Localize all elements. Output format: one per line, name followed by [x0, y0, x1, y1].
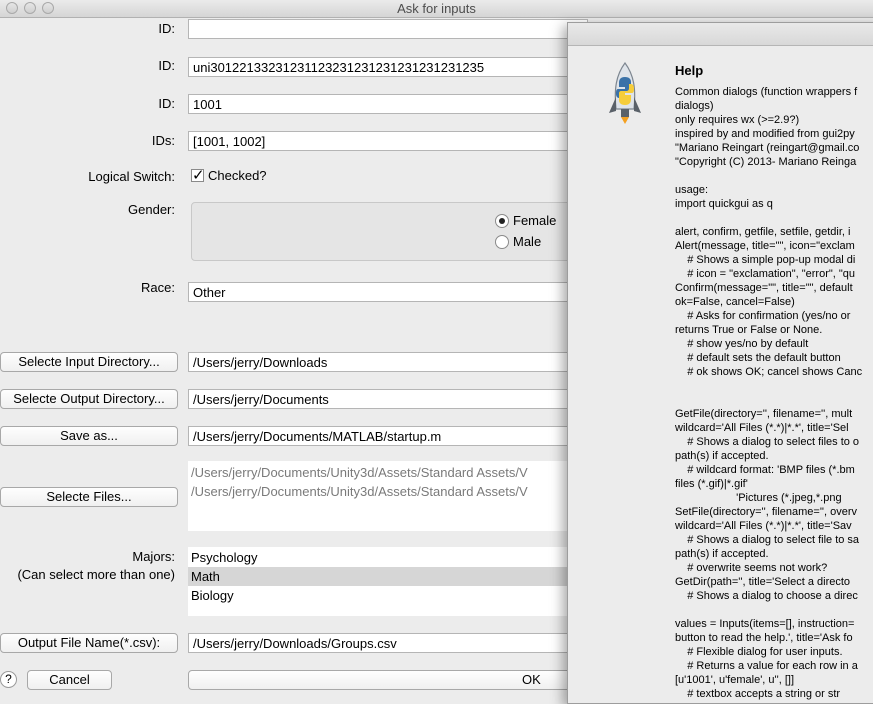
ids-label: IDs: [151, 133, 175, 148]
select-files-button[interactable]: Selecte Files... [0, 487, 178, 507]
race-label: Race: [141, 280, 175, 295]
majors-item-math[interactable]: Math [188, 567, 588, 586]
id-input-1[interactable] [188, 19, 588, 39]
id-label-1: ID: [158, 21, 175, 36]
radio-female-label: Female [513, 213, 557, 228]
select-output-directory-button[interactable]: Selecte Output Directory... [0, 389, 178, 409]
logical-switch-label: Logical Switch: [88, 169, 175, 184]
logical-switch-checkbox[interactable]: Checked? [191, 166, 267, 184]
help-heading: Help [675, 63, 704, 78]
majors-item-psychology[interactable]: Psychology [188, 548, 588, 567]
checkbox-label: Checked? [208, 168, 267, 183]
output-file-field[interactable]: /Users/jerry/Downloads/Groups.csv [188, 633, 588, 653]
majors-list[interactable]: Psychology Math Biology [188, 547, 588, 616]
python-rocket-icon [609, 61, 641, 124]
radio-female[interactable] [495, 214, 509, 228]
window-title: Ask for inputs [397, 1, 476, 16]
select-input-directory-button[interactable]: Selecte Input Directory... [0, 352, 178, 372]
help-button[interactable]: ? [0, 671, 17, 688]
output-file-name-button[interactable]: Output File Name(*.csv): [0, 633, 178, 653]
title-bar: Ask for inputs [0, 0, 873, 18]
radio-male-label: Male [513, 234, 542, 249]
input-directory-field[interactable]: /Users/jerry/Downloads [188, 352, 588, 372]
race-input[interactable]: Other [188, 282, 588, 302]
file-item[interactable]: /Users/jerry/Documents/Unity3d/Assets/St… [188, 482, 588, 501]
help-text: Common dialogs (function wrappers f dial… [675, 86, 863, 700]
gender-radio-group [191, 202, 593, 261]
ids-input[interactable]: [1001, 1002] [188, 131, 588, 151]
majors-item-biology[interactable]: Biology [188, 586, 588, 605]
help-window: Help Common dialogs (function wrappers f… [567, 22, 873, 704]
majors-hint-label: (Can select more than one) [17, 567, 175, 582]
majors-label: Majors: [132, 549, 175, 564]
cancel-button[interactable]: Cancel [27, 670, 112, 690]
checkbox-checked-icon [191, 166, 205, 184]
id-label-2: ID: [158, 58, 175, 73]
output-directory-field[interactable]: /Users/jerry/Documents [188, 389, 588, 409]
id-label-3: ID: [158, 96, 175, 111]
selected-files-list[interactable]: /Users/jerry/Documents/Unity3d/Assets/St… [188, 461, 588, 531]
id-input-3[interactable]: 1001 [188, 94, 588, 114]
ok-label: OK [522, 672, 541, 687]
save-as-button[interactable]: Save as... [0, 426, 178, 446]
gender-label: Gender: [128, 202, 175, 217]
id-input-2[interactable]: uni3012213323123112323123123123123123123… [188, 57, 588, 77]
save-as-field[interactable]: /Users/jerry/Documents/MATLAB/startup.m [188, 426, 588, 446]
file-item[interactable]: /Users/jerry/Documents/Unity3d/Assets/St… [188, 463, 588, 482]
help-title-bar [568, 23, 873, 46]
radio-male[interactable] [495, 235, 509, 249]
